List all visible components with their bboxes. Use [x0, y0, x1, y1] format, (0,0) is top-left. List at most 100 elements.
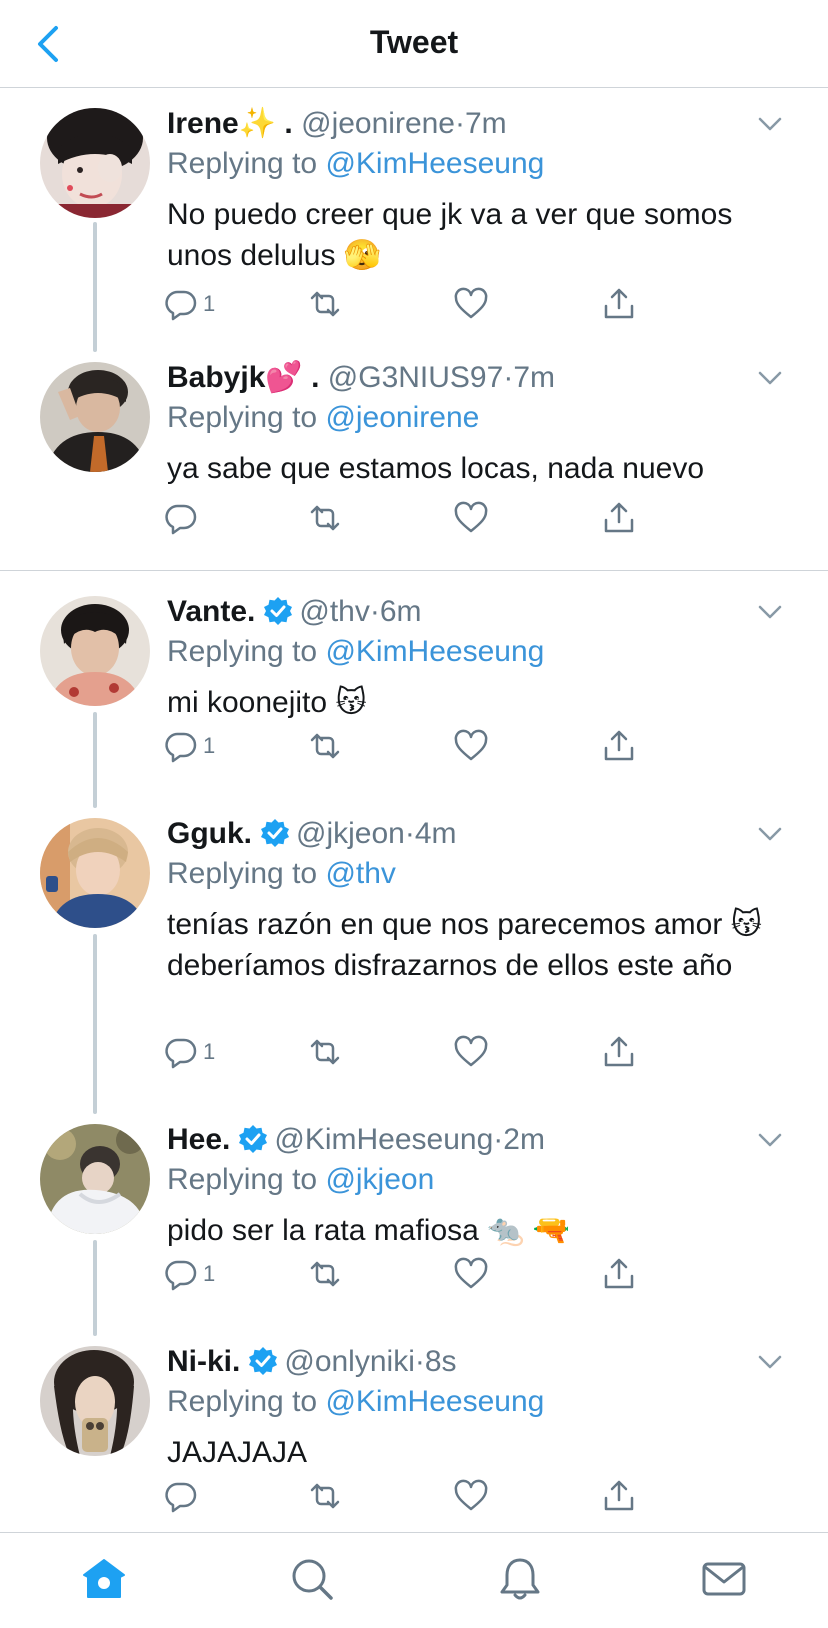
- name-emoji: 💕: [265, 361, 303, 394]
- meta-separator: ·: [414, 1345, 425, 1378]
- chevron-down-icon[interactable]: [756, 598, 784, 626]
- timestamp[interactable]: 2m: [503, 1123, 545, 1156]
- chevron-down-icon[interactable]: [756, 1348, 784, 1376]
- replying-to: Replying to @jkjeon: [167, 1160, 788, 1200]
- user-handle[interactable]: @G3NIUS97: [328, 361, 504, 394]
- verified-badge-icon: [249, 1347, 278, 1375]
- display-name[interactable]: Irene: [167, 107, 239, 140]
- display-name[interactable]: Vante.: [167, 595, 255, 628]
- name-dot: .: [284, 107, 293, 140]
- replying-to: Replying to @KimHeeseung: [167, 1382, 788, 1422]
- user-handle[interactable]: @KimHeeseung: [274, 1123, 493, 1156]
- timestamp[interactable]: 4m: [415, 817, 457, 850]
- chevron-down-icon[interactable]: [756, 1126, 784, 1154]
- user-handle[interactable]: @jkjeon: [296, 817, 405, 850]
- replying-to: Replying to @KimHeeseung: [167, 632, 788, 672]
- display-name[interactable]: Ni-ki.: [167, 1345, 240, 1378]
- retweet-button[interactable]: [307, 498, 343, 538]
- thread-line: [93, 934, 97, 1114]
- timestamp[interactable]: 7m: [513, 361, 555, 394]
- like-button[interactable]: [453, 1032, 489, 1072]
- user-handle[interactable]: @thv: [299, 595, 369, 628]
- replying-to-handle[interactable]: @KimHeeseung: [325, 635, 544, 668]
- retweet-button[interactable]: [307, 284, 343, 324]
- tweet-header: Babyjk💕 . @G3NIUS97·7m: [167, 358, 788, 398]
- tab-home[interactable]: [80, 1555, 128, 1603]
- chevron-down-icon[interactable]: [756, 110, 784, 138]
- like-button[interactable]: [453, 1254, 489, 1294]
- replying-to-handle[interactable]: @KimHeeseung: [325, 1385, 544, 1418]
- tweet-actions: [165, 1476, 687, 1516]
- heart-icon: [454, 501, 488, 533]
- chevron-down-icon[interactable]: [756, 364, 784, 392]
- replying-to-handle[interactable]: @jkjeon: [325, 1163, 434, 1196]
- share-button[interactable]: [601, 726, 637, 766]
- like-button[interactable]: [453, 498, 489, 538]
- display-name[interactable]: Hee.: [167, 1123, 230, 1156]
- tab-notifications[interactable]: [496, 1555, 544, 1603]
- bottom-tab-bar: [0, 1532, 828, 1628]
- avatar[interactable]: [40, 818, 150, 928]
- thread-line: [93, 222, 97, 352]
- share-button[interactable]: [601, 498, 637, 538]
- share-button[interactable]: [601, 1032, 637, 1072]
- avatar-image: [40, 108, 150, 218]
- tweet-text: ya sabe que estamos locas, nada nuevo: [167, 452, 705, 485]
- tweet-header: Hee. @KimHeeseung·2m: [167, 1120, 788, 1160]
- display-name[interactable]: Gguk.: [167, 817, 252, 850]
- share-button[interactable]: [601, 1254, 637, 1294]
- tweet-actions: 1: [165, 1032, 687, 1072]
- replying-to-label: Replying to: [167, 401, 318, 434]
- tweet-header: Gguk. @jkjeon·4m: [167, 814, 788, 854]
- like-button[interactable]: [453, 284, 489, 324]
- timestamp[interactable]: 6m: [380, 595, 422, 628]
- tab-messages[interactable]: [700, 1555, 748, 1603]
- reply-button[interactable]: 1: [163, 1032, 215, 1072]
- tweet-text: JAJAJAJA: [167, 1436, 308, 1469]
- like-button[interactable]: [453, 726, 489, 766]
- top-bar: Tweet: [0, 0, 828, 88]
- tweet-actions: 1: [165, 726, 687, 766]
- retweet-button[interactable]: [307, 1476, 343, 1516]
- reply-button[interactable]: 1: [163, 284, 215, 324]
- avatar[interactable]: [40, 108, 150, 218]
- avatar[interactable]: [40, 1124, 150, 1234]
- replying-to-handle[interactable]: @KimHeeseung: [325, 147, 544, 180]
- reply-button[interactable]: 1: [163, 1254, 215, 1294]
- avatar-image: [40, 1124, 150, 1234]
- verified-badge-icon: [239, 1125, 268, 1153]
- name-dot: .: [311, 361, 320, 394]
- like-button[interactable]: [453, 1476, 489, 1516]
- retweet-icon: [310, 1039, 340, 1065]
- heart-icon: [454, 1479, 488, 1511]
- avatar[interactable]: [40, 596, 150, 706]
- reply-count: 1: [203, 1261, 216, 1286]
- display-name[interactable]: Babyjk: [167, 361, 265, 394]
- heart-icon: [454, 729, 488, 761]
- replying-to-handle[interactable]: @jeonirene: [325, 401, 479, 434]
- avatar-image: [40, 596, 150, 706]
- chevron-down-icon[interactable]: [756, 820, 784, 848]
- verified-badge-icon: [264, 597, 293, 625]
- retweet-icon: [310, 733, 340, 759]
- reply-button[interactable]: [163, 1476, 203, 1516]
- retweet-button[interactable]: [307, 1254, 343, 1294]
- retweet-button[interactable]: [307, 1032, 343, 1072]
- share-button[interactable]: [601, 1476, 637, 1516]
- tweet-header: Vante. @thv·6m: [167, 592, 788, 632]
- share-icon: [604, 1258, 634, 1289]
- retweet-button[interactable]: [307, 726, 343, 766]
- avatar[interactable]: [40, 1346, 150, 1456]
- reply-button[interactable]: [163, 498, 203, 538]
- share-button[interactable]: [601, 284, 637, 324]
- replying-to-handle[interactable]: @thv: [325, 857, 395, 890]
- tab-search[interactable]: [288, 1555, 336, 1603]
- user-handle[interactable]: @onlyniki: [284, 1345, 415, 1378]
- reply-icon: [165, 1260, 197, 1291]
- user-handle[interactable]: @jeonirene: [301, 107, 455, 140]
- reply-button[interactable]: 1: [163, 726, 215, 766]
- avatar[interactable]: [40, 362, 150, 472]
- timestamp[interactable]: 8s: [425, 1345, 457, 1378]
- timestamp[interactable]: 7m: [465, 107, 507, 140]
- replying-to-label: Replying to: [167, 147, 318, 180]
